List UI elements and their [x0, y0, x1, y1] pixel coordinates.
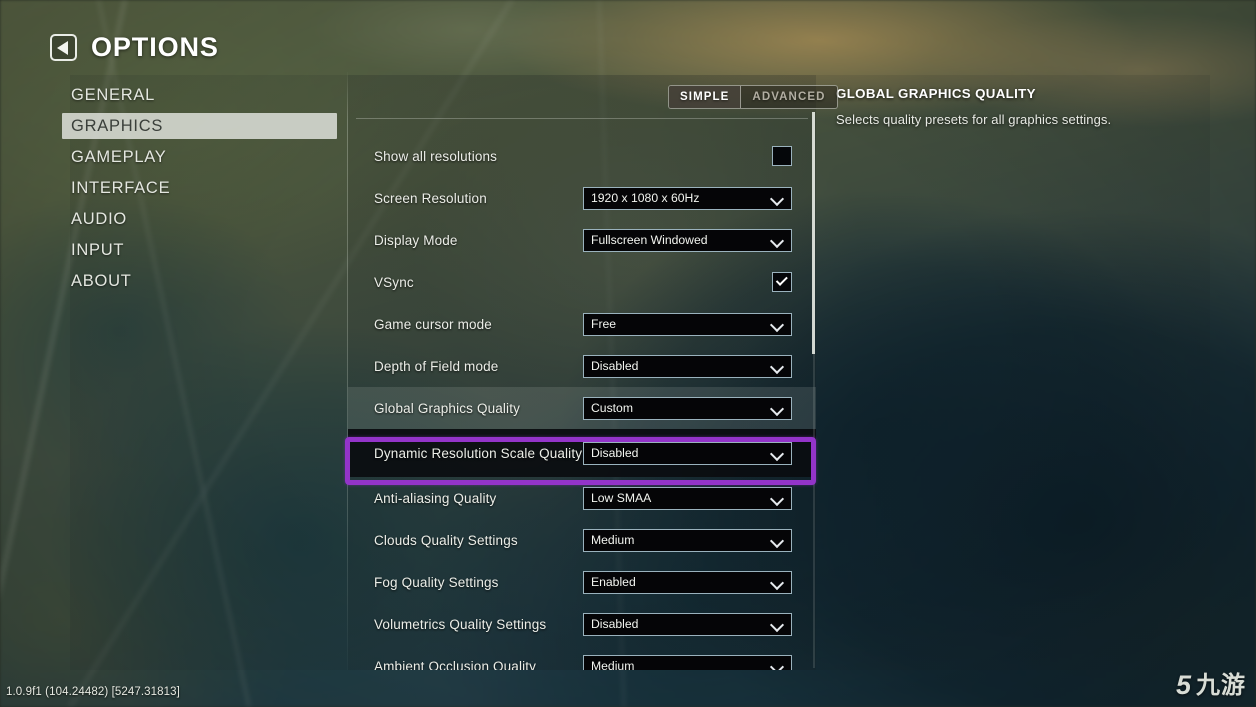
- chevron-down-icon: [771, 360, 784, 373]
- setting-label: Ambient Occlusion Quality: [374, 658, 537, 671]
- sidebar-item-interface[interactable]: INTERFACE: [62, 175, 337, 201]
- dynamic-resolution-scale-quality-dropdown[interactable]: Disabled: [583, 441, 792, 465]
- back-arrow-triangle: [57, 40, 68, 55]
- setting-label: Game cursor mode: [374, 316, 492, 332]
- watermark: 5 九游: [1176, 672, 1246, 699]
- dropdown-value: Medium: [591, 533, 635, 547]
- dropdown-value: Enabled: [591, 575, 636, 589]
- depth-of-field-mode-dropdown[interactable]: Disabled: [583, 354, 792, 378]
- screen-resolution-dropdown[interactable]: 1920 x 1080 x 60Hz: [583, 186, 792, 210]
- table-row[interactable]: Ambient Occlusion Quality Medium: [348, 645, 816, 670]
- dropdown-value: Free: [591, 317, 617, 331]
- table-row[interactable]: VSync: [348, 261, 816, 303]
- setting-label: Screen Resolution: [374, 190, 487, 206]
- anti-aliasing-quality-dropdown[interactable]: Low SMAA: [583, 486, 792, 510]
- vsync-checkbox[interactable]: [772, 272, 792, 292]
- setting-label: Clouds Quality Settings: [374, 532, 518, 548]
- volumetrics-quality-settings-dropdown[interactable]: Disabled: [583, 612, 792, 636]
- dropdown-value: Low SMAA: [591, 491, 652, 505]
- info-panel: GLOBAL GRAPHICS QUALITY Selects quality …: [836, 86, 1206, 127]
- setting-label: Display Mode: [374, 232, 458, 248]
- table-row[interactable]: Display Mode Fullscreen Windowed: [348, 219, 816, 261]
- setting-label: Anti-aliasing Quality: [374, 490, 497, 506]
- table-row[interactable]: Clouds Quality Settings Medium: [348, 519, 816, 561]
- sidebar-item-audio[interactable]: AUDIO: [62, 206, 337, 232]
- game-cursor-mode-dropdown[interactable]: Free: [583, 312, 792, 336]
- chevron-down-icon: [771, 492, 784, 505]
- watermark-logo-icon: 5: [1175, 670, 1191, 700]
- table-row[interactable]: Anti-aliasing Quality Low SMAA: [348, 477, 816, 519]
- dropdown-value: Disabled: [591, 617, 639, 631]
- dropdown-value: Disabled: [591, 359, 639, 373]
- page-title: OPTIONS: [91, 32, 219, 62]
- dropdown-value: 1920 x 1080 x 60Hz: [591, 191, 700, 205]
- sidebar-item-gameplay[interactable]: GAMEPLAY: [62, 144, 337, 170]
- sidebar-item-input[interactable]: INPUT: [62, 237, 337, 263]
- table-row[interactable]: Depth of Field mode Disabled: [348, 345, 816, 387]
- settings-header-divider: [356, 118, 808, 119]
- display-mode-dropdown[interactable]: Fullscreen Windowed: [583, 228, 792, 252]
- table-row[interactable]: Show all resolutions: [348, 135, 816, 177]
- setting-label: Depth of Field mode: [374, 358, 499, 374]
- fog-quality-settings-dropdown[interactable]: Enabled: [583, 570, 792, 594]
- sidebar-item-about[interactable]: ABOUT: [62, 268, 337, 294]
- dropdown-value: Fullscreen Windowed: [591, 233, 708, 247]
- chevron-down-icon: [771, 660, 784, 671]
- table-row[interactable]: Global Graphics Quality Custom: [348, 387, 816, 429]
- tab-simple[interactable]: SIMPLE: [669, 86, 742, 108]
- sidebar-item-graphics[interactable]: GRAPHICS: [62, 113, 337, 139]
- table-row[interactable]: Volumetrics Quality Settings Disabled: [348, 603, 816, 645]
- table-row[interactable]: Fog Quality Settings Enabled: [348, 561, 816, 603]
- chevron-down-icon: [771, 618, 784, 631]
- table-row[interactable]: Screen Resolution 1920 x 1080 x 60Hz: [348, 177, 816, 219]
- settings-list: Show all resolutions Screen Resolution 1…: [348, 75, 816, 670]
- chevron-down-icon: [771, 534, 784, 547]
- options-screen: OPTIONS GENERAL GRAPHICS GAMEPLAY INTERF…: [0, 0, 1256, 707]
- chevron-down-icon: [771, 576, 784, 589]
- setting-label: VSync: [374, 274, 414, 290]
- chevron-down-icon: [771, 234, 784, 247]
- table-row[interactable]: Dynamic Resolution Scale Quality Disable…: [348, 429, 816, 477]
- info-panel-description: Selects quality presets for all graphics…: [836, 112, 1112, 127]
- setting-label: Volumetrics Quality Settings: [374, 616, 547, 632]
- show-all-resolutions-checkbox[interactable]: [772, 146, 792, 166]
- watermark-brand-text: 九游: [1196, 671, 1246, 699]
- sidebar-nav: GENERAL GRAPHICS GAMEPLAY INTERFACE AUDI…: [62, 82, 337, 299]
- ambient-occlusion-quality-dropdown[interactable]: Medium: [583, 654, 792, 671]
- setting-label: Fog Quality Settings: [374, 574, 499, 590]
- tab-advanced[interactable]: ADVANCED: [741, 86, 836, 108]
- info-panel-title: GLOBAL GRAPHICS QUALITY: [836, 86, 1036, 101]
- dropdown-value: Custom: [591, 401, 633, 415]
- dropdown-value: Medium: [591, 659, 635, 670]
- clouds-quality-settings-dropdown[interactable]: Medium: [583, 528, 792, 552]
- chevron-down-icon: [771, 192, 784, 205]
- setting-label: Show all resolutions: [374, 148, 498, 164]
- setting-label: Global Graphics Quality: [374, 400, 521, 416]
- check-icon: [775, 273, 788, 286]
- sidebar-item-general[interactable]: GENERAL: [62, 82, 337, 108]
- mode-toggle-group: SIMPLE ADVANCED: [668, 85, 838, 109]
- settings-scrollbar-thumb[interactable]: [812, 112, 815, 354]
- chevron-down-icon: [771, 402, 784, 415]
- setting-label: Dynamic Resolution Scale Quality: [374, 445, 583, 461]
- dropdown-value: Disabled: [591, 446, 639, 460]
- global-graphics-quality-dropdown[interactable]: Custom: [583, 396, 792, 420]
- chevron-down-icon: [771, 447, 784, 460]
- back-arrow-icon[interactable]: [50, 34, 77, 61]
- title-bar: OPTIONS: [50, 32, 219, 63]
- table-row[interactable]: Game cursor mode Free: [348, 303, 816, 345]
- version-label: 1.0.9f1 (104.24482) [5247.31813]: [6, 686, 180, 698]
- chevron-down-icon: [771, 318, 784, 331]
